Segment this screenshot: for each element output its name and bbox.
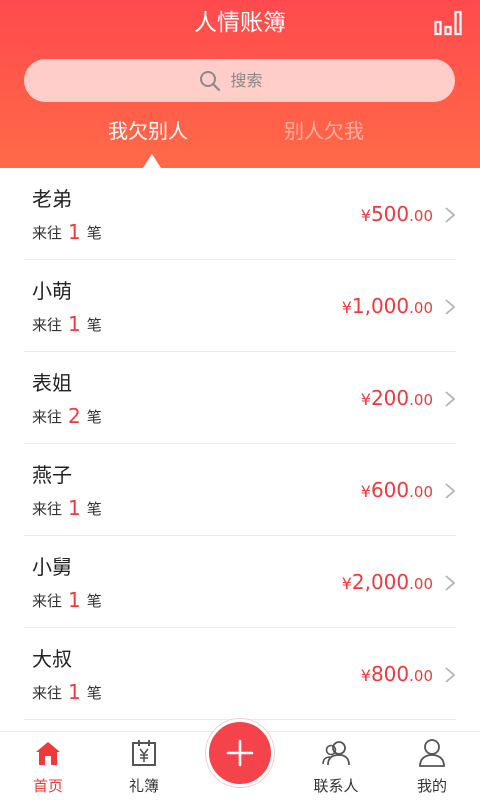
- list-item[interactable]: 小萌 来往 1 笔 ¥1,000.00: [0, 260, 480, 352]
- count-suffix: 笔: [86, 684, 102, 702]
- transaction-count: 来往 1 笔: [32, 496, 102, 521]
- search-icon: [199, 70, 220, 91]
- amount-integer: 200: [370, 386, 410, 410]
- contacts-icon: [322, 741, 350, 766]
- list-item[interactable]: 老弟 来往 1 笔 ¥500.00: [0, 168, 480, 260]
- nav-label: 首页: [32, 777, 63, 795]
- chevron-right-icon: [445, 207, 456, 223]
- nav-contacts[interactable]: 联系人: [288, 732, 384, 800]
- count-number: 1: [68, 588, 81, 612]
- currency-symbol: ¥: [360, 390, 371, 409]
- amount: ¥1,000.00: [342, 292, 433, 322]
- amount-integer: 2,000: [351, 570, 410, 594]
- chevron-right-icon: [445, 575, 456, 591]
- amount-integer: 500: [370, 202, 410, 226]
- contact-name: 小萌: [32, 279, 72, 303]
- count-prefix: 来往: [32, 316, 63, 334]
- bar-chart-icon: [434, 10, 462, 36]
- count-number: 1: [68, 496, 81, 520]
- count-suffix: 笔: [86, 408, 102, 426]
- count-number: 1: [68, 312, 81, 336]
- tab-indicator: [143, 154, 161, 168]
- amount: ¥600.00: [361, 476, 433, 506]
- nav-home[interactable]: 首页: [0, 732, 96, 800]
- transaction-count: 来往 1 笔: [32, 220, 102, 245]
- transaction-count: 来往 1 笔: [32, 312, 102, 337]
- count-prefix: 来往: [32, 684, 63, 702]
- count-prefix: 来往: [32, 224, 63, 242]
- app-title: 人情账簿: [194, 10, 286, 36]
- search-bar[interactable]: [24, 59, 455, 102]
- count-prefix: 来往: [32, 592, 63, 610]
- amount-decimal: .00: [409, 575, 433, 593]
- transaction-count: 来往 1 笔: [32, 588, 102, 613]
- header: 人情账簿 我欠别人 别人欠我: [0, 0, 480, 168]
- chevron-right-icon: [445, 299, 456, 315]
- count-number: 1: [68, 220, 81, 244]
- currency-symbol: ¥: [360, 206, 371, 225]
- currency-symbol: ¥: [360, 482, 371, 501]
- nav-me[interactable]: 我的: [384, 732, 480, 800]
- nav-label: 礼簿: [128, 777, 159, 795]
- count-suffix: 笔: [86, 224, 102, 242]
- amount: ¥2,000.00: [342, 568, 433, 598]
- count-suffix: 笔: [86, 592, 102, 610]
- currency-symbol: ¥: [360, 666, 371, 685]
- list-item[interactable]: 表姐 来往 2 笔 ¥200.00: [0, 352, 480, 444]
- amount: ¥500.00: [361, 200, 433, 230]
- add-record-button[interactable]: [206, 719, 274, 787]
- transaction-count: 来往 1 笔: [32, 680, 102, 705]
- currency-symbol: ¥: [341, 574, 352, 593]
- contact-name: 老弟: [32, 187, 72, 211]
- amount: ¥200.00: [361, 384, 433, 414]
- stats-button[interactable]: [434, 10, 462, 36]
- amount-integer: 1,000: [351, 294, 410, 318]
- count-number: 1: [68, 680, 81, 704]
- count-prefix: 来往: [32, 408, 63, 426]
- debt-list: 老弟 来往 1 笔 ¥500.00 小萌 来往 1 笔 ¥1,000.00 表姐 来往 2…: [0, 168, 480, 720]
- nav-gift-book[interactable]: 礼簿: [96, 732, 192, 800]
- list-item[interactable]: 小舅 来往 1 笔 ¥2,000.00: [0, 536, 480, 628]
- tab-others-owe-me[interactable]: 别人欠我: [284, 116, 364, 146]
- search-input[interactable]: [230, 71, 281, 90]
- amount-decimal: .00: [409, 299, 433, 317]
- count-suffix: 笔: [86, 500, 102, 518]
- amount-decimal: .00: [409, 483, 433, 501]
- amount-decimal: .00: [409, 391, 433, 409]
- chevron-right-icon: [445, 483, 456, 499]
- currency-symbol: ¥: [341, 298, 352, 317]
- amount-integer: 800: [370, 662, 410, 686]
- home-icon: [36, 742, 60, 765]
- count-number: 2: [68, 404, 81, 428]
- user-icon: [419, 739, 445, 767]
- chevron-right-icon: [445, 391, 456, 407]
- list-item[interactable]: 大叔 来往 1 笔 ¥800.00: [0, 628, 480, 720]
- contact-name: 表姐: [32, 371, 72, 395]
- transaction-count: 来往 2 笔: [32, 404, 102, 429]
- tab-i-owe-others[interactable]: 我欠别人: [108, 116, 188, 146]
- count-suffix: 笔: [86, 316, 102, 334]
- nav-label: 我的: [416, 777, 447, 795]
- plus-icon: [226, 739, 254, 767]
- nav-label: 联系人: [313, 777, 359, 795]
- contact-name: 小舅: [32, 555, 72, 579]
- count-prefix: 来往: [32, 500, 63, 518]
- amount: ¥800.00: [361, 660, 433, 690]
- gift-book-icon: [132, 740, 156, 766]
- amount-integer: 600: [370, 478, 410, 502]
- contact-name: 大叔: [32, 647, 72, 671]
- amount-decimal: .00: [409, 207, 433, 225]
- amount-decimal: .00: [409, 667, 433, 685]
- contact-name: 燕子: [32, 463, 72, 487]
- list-item[interactable]: 燕子 来往 1 笔 ¥600.00: [0, 444, 480, 536]
- chevron-right-icon: [445, 667, 456, 683]
